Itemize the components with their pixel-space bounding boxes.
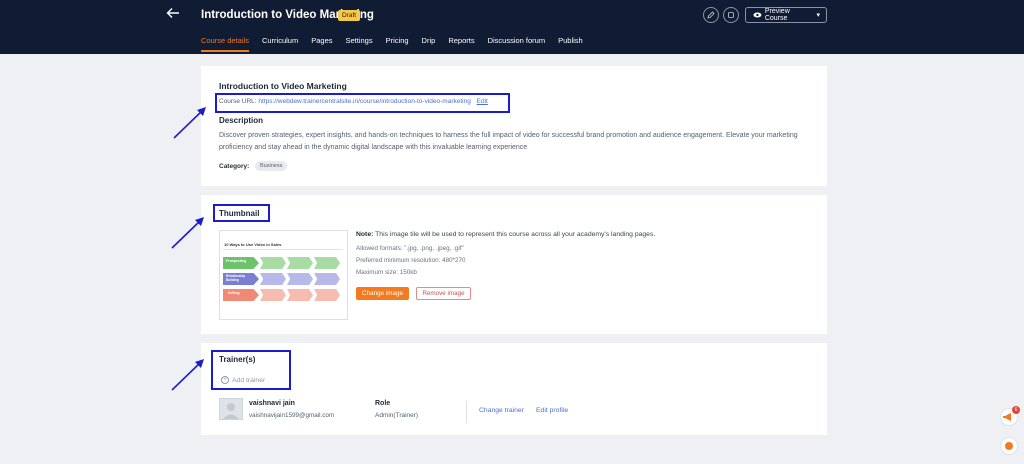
url-highlight-box bbox=[215, 93, 510, 113]
top-bar: Introduction to Video Marketing Draft Pr… bbox=[0, 0, 1024, 54]
copy-icon[interactable] bbox=[723, 7, 739, 23]
tab-publish[interactable]: Publish bbox=[558, 36, 583, 52]
annotation-arrow-3 bbox=[171, 359, 204, 391]
preview-course-button[interactable]: Preview Course ▾ bbox=[745, 7, 827, 23]
thumbnail-divider bbox=[223, 249, 343, 250]
course-details-card: Introduction to Video Marketing Course U… bbox=[201, 66, 827, 186]
role-label: Role bbox=[375, 400, 391, 407]
tab-discussion-forum[interactable]: Discussion forum bbox=[488, 36, 546, 52]
remove-image-button[interactable]: Remove image bbox=[416, 287, 471, 300]
chat-icon bbox=[1005, 442, 1013, 450]
trainer-email: vaishnavijain1599@gmail.com bbox=[249, 412, 335, 419]
megaphone-widget[interactable]: 6 bbox=[1000, 406, 1020, 426]
annotation-arrow-2 bbox=[171, 217, 204, 249]
thumbnail-image: 10 Ways to Use Video in Sales Prospectin… bbox=[219, 230, 348, 320]
avatar bbox=[219, 398, 243, 420]
thumbnail-row-1-label: Prospecting bbox=[226, 259, 247, 263]
description-text: Discover proven strategies, expert insig… bbox=[219, 132, 798, 151]
thumbnail-highlight-box bbox=[213, 204, 270, 222]
thumbnail-card: Thumbnail 10 Ways to Use Video in Sales … bbox=[201, 195, 827, 334]
tab-settings[interactable]: Settings bbox=[346, 36, 373, 52]
thumbnail-row-3-label: Selling bbox=[228, 291, 240, 295]
min-resolution: Preferred minimum resolution: 480*270 bbox=[356, 257, 466, 264]
thumbnail-note: Note: This image tile will be used to re… bbox=[356, 231, 655, 238]
tab-pricing[interactable]: Pricing bbox=[386, 36, 409, 52]
change-trainer-link[interactable]: Change trainer bbox=[479, 407, 524, 414]
description-heading: Description bbox=[219, 116, 264, 125]
help-chat-widget[interactable] bbox=[1000, 437, 1018, 455]
notification-badge: 6 bbox=[1012, 406, 1020, 414]
thumbnail-row-2-label: Relationship Building bbox=[226, 274, 246, 282]
preview-course-label: Preview Course bbox=[764, 8, 790, 22]
tab-curriculum[interactable]: Curriculum bbox=[262, 36, 298, 52]
back-arrow-icon[interactable] bbox=[166, 6, 184, 24]
tab-course-details[interactable]: Course details bbox=[201, 36, 249, 52]
eye-icon bbox=[753, 12, 762, 18]
chevron-down-icon: ▾ bbox=[816, 12, 820, 19]
tab-pages[interactable]: Pages bbox=[311, 36, 332, 52]
divider bbox=[466, 401, 467, 423]
thumbnail-row-3 bbox=[223, 289, 341, 301]
category-chip: Business bbox=[255, 161, 288, 171]
trainers-highlight-box bbox=[211, 350, 291, 390]
max-size: Maximum size: 150kb bbox=[356, 269, 417, 276]
tab-reports[interactable]: Reports bbox=[448, 36, 474, 52]
tab-drip[interactable]: Drip bbox=[422, 36, 436, 52]
course-tabs: Course details Curriculum Pages Settings… bbox=[201, 36, 596, 52]
trainers-card: Trainer(s) + Add trainer vaishnavi jain … bbox=[201, 343, 827, 435]
annotation-arrow-1 bbox=[173, 107, 206, 139]
edit-profile-link[interactable]: Edit profile bbox=[536, 407, 568, 414]
edit-icon[interactable] bbox=[703, 7, 719, 23]
note-text: This image tile will be used to represen… bbox=[375, 231, 656, 238]
note-label: Note: bbox=[356, 231, 374, 238]
status-badge: Draft bbox=[338, 10, 361, 21]
trainer-name: vaishnavi jain bbox=[249, 400, 295, 407]
thumbnail-image-title: 10 Ways to Use Video in Sales bbox=[224, 242, 282, 247]
allowed-formats: Allowed formats: ".jpg, .png, .jpeg, .gi… bbox=[356, 245, 464, 252]
category-label: Category: bbox=[219, 163, 250, 170]
change-image-button[interactable]: Change image bbox=[356, 287, 409, 300]
role-value: Admin(Trainer) bbox=[375, 412, 419, 419]
details-title: Introduction to Video Marketing bbox=[219, 81, 347, 91]
